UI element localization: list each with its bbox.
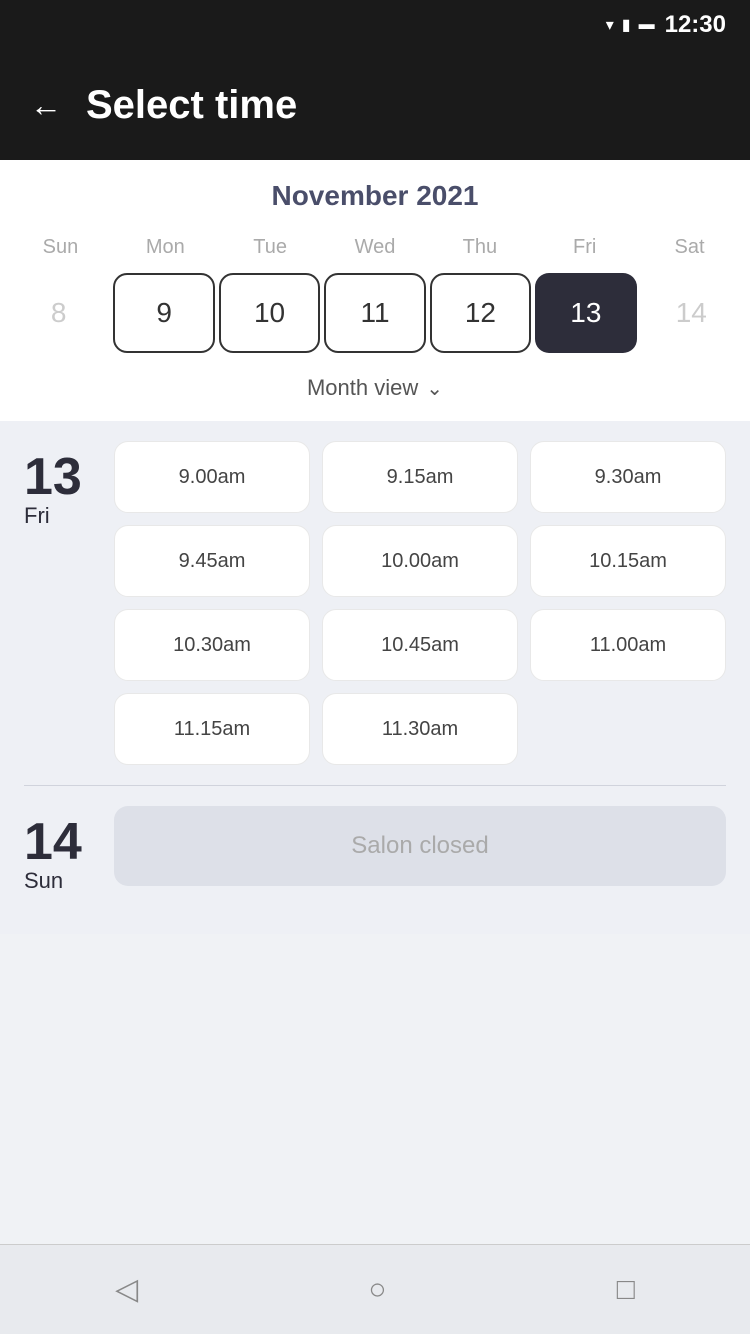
time-slot-1030am[interactable]: 10.30am <box>114 609 310 681</box>
time-section: 13 Fri 9.00am 9.15am 9.30am 9.45am 10.00… <box>0 421 750 934</box>
status-icons: ▾ ▮ ▬ <box>606 15 655 35</box>
nav-home-icon[interactable]: ○ <box>368 1273 386 1307</box>
date-10[interactable]: 10 <box>219 273 320 353</box>
day-label-13: 13 Fri <box>24 441 94 765</box>
time-slot-1130am[interactable]: 11.30am <box>322 693 518 765</box>
date-11[interactable]: 11 <box>324 273 425 353</box>
battery-icon: ▬ <box>639 16 655 34</box>
month-view-label: Month view <box>307 375 418 401</box>
calendar-section: November 2021 Sun Mon Tue Wed Thu Fri Sa… <box>0 160 750 421</box>
day-label-14: 14 Sun <box>24 806 94 894</box>
time-slot-1045am[interactable]: 10.45am <box>322 609 518 681</box>
day-number-13: 13 <box>24 451 82 503</box>
time-slot-900am[interactable]: 9.00am <box>114 441 310 513</box>
salon-closed-label: Salon closed <box>114 806 726 886</box>
status-bar: ▾ ▮ ▬ 12:30 <box>0 0 750 50</box>
time-slot-1000am[interactable]: 10.00am <box>322 525 518 597</box>
date-9[interactable]: 9 <box>113 273 214 353</box>
nav-back-icon[interactable]: ◁ <box>115 1272 138 1307</box>
time-slot-1115am[interactable]: 11.15am <box>114 693 310 765</box>
chevron-down-icon: ⌄ <box>426 376 443 401</box>
page-title: Select time <box>86 83 297 128</box>
day-header-sun: Sun <box>8 230 113 265</box>
month-year-title: November 2021 <box>0 180 750 212</box>
date-13[interactable]: 13 <box>535 273 636 353</box>
time-grid-13: 9.00am 9.15am 9.30am 9.45am 10.00am 10.1… <box>114 441 726 765</box>
day-header-tue: Tue <box>218 230 323 265</box>
wifi-icon: ▾ <box>606 15 614 35</box>
day-header-wed: Wed <box>323 230 428 265</box>
day-headers: Sun Mon Tue Wed Thu Fri Sat <box>0 230 750 265</box>
date-row: 8 9 10 11 12 13 14 <box>0 265 750 361</box>
date-12[interactable]: 12 <box>430 273 531 353</box>
day-block-13: 13 Fri 9.00am 9.15am 9.30am 9.45am 10.00… <box>24 441 726 765</box>
day-header-mon: Mon <box>113 230 218 265</box>
month-view-toggle[interactable]: Month view ⌄ <box>0 361 750 411</box>
day-header-thu: Thu <box>427 230 532 265</box>
nav-bar: ◁ ○ □ <box>0 1244 750 1334</box>
day-header-fri: Fri <box>532 230 637 265</box>
date-8: 8 <box>8 273 109 353</box>
day-block-14: 14 Sun Salon closed <box>24 806 726 894</box>
day-number-14: 14 <box>24 816 82 868</box>
date-14: 14 <box>641 273 742 353</box>
day-header-sat: Sat <box>637 230 742 265</box>
status-time: 12:30 <box>665 11 726 39</box>
time-slot-1015am[interactable]: 10.15am <box>530 525 726 597</box>
time-slot-915am[interactable]: 9.15am <box>322 441 518 513</box>
back-button[interactable]: ← <box>30 87 62 124</box>
signal-icon: ▮ <box>622 15 631 35</box>
nav-recents-icon[interactable]: □ <box>617 1273 635 1307</box>
time-slot-1100am[interactable]: 11.00am <box>530 609 726 681</box>
day-name-14: Sun <box>24 868 63 894</box>
day-name-13: Fri <box>24 503 50 529</box>
app-header: ← Select time <box>0 50 750 160</box>
day-divider <box>24 785 726 786</box>
time-slot-930am[interactable]: 9.30am <box>530 441 726 513</box>
time-slot-945am[interactable]: 9.45am <box>114 525 310 597</box>
